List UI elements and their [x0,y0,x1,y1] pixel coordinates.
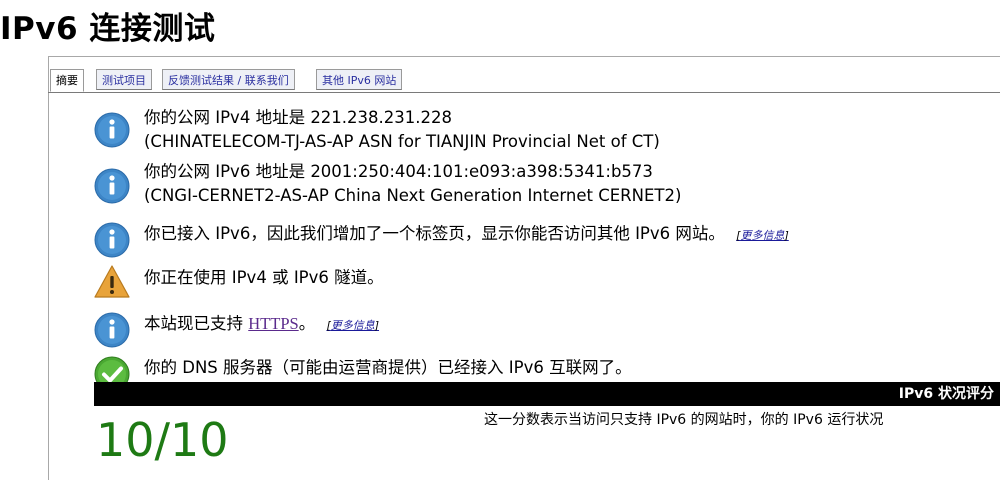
result-ipv6-tab-added: 你已接入 IPv6，因此我们增加了一个标签页，显示你能否访问其他 IPv6 网站… [94,216,974,260]
page-title: IPv6 连接测试 [0,11,216,47]
info-icon [94,168,130,204]
tunnel-text: 你正在使用 IPv4 或 IPv6 隧道。 [144,268,384,287]
dns-text: 你的 DNS 服务器（可能由运营商提供）已经接入 IPv6 互联网了。 [144,358,632,377]
tab-test-items[interactable]: 测试项目 [96,69,152,90]
https-more-info-link[interactable]: [更多信息] [326,319,379,332]
info-icon [94,312,130,348]
score-description: 这一分数表示当访问只支持 IPv6 的网站时，你的 IPv6 运行状况 [484,412,884,428]
score-header: IPv6 状况评分 [898,386,994,402]
tab-summary[interactable]: 摘要 [50,69,84,92]
result-ipv4-address: 你的公网 IPv4 地址是 221.238.231.228 (CHINATELE… [94,106,974,158]
info-icon [94,112,130,148]
results-list: 你的公网 IPv4 地址是 221.238.231.228 (CHINATELE… [94,106,974,392]
result-tunnel-warning: 你正在使用 IPv4 或 IPv6 隧道。 [94,262,974,302]
tab-bar: 摘要 测试项目 反馈测试结果 / 联系我们 其他 IPv6 网站 [48,57,1000,97]
more-info-link[interactable]: [更多信息] [736,229,789,242]
page: IPv6 连接测试 摘要 测试项目 反馈测试结果 / 联系我们 其他 IPv6 … [0,0,1000,480]
warning-icon [94,264,130,300]
tabs-baseline [48,92,1000,93]
https-link[interactable]: HTTPS [248,314,298,333]
tab-added-text: 你已接入 IPv6，因此我们增加了一个标签页，显示你能否访问其他 IPv6 网站… [144,224,725,243]
https-text-before: 本站现已支持 [144,314,249,333]
ipv6-asn-line: (CNGI-CERNET2-AS-AP China Next Generatio… [144,186,682,205]
more-info-label: 更多信息 [740,229,785,242]
ipv4-asn-line: (CHINATELECOM-TJ-AS-AP ASN for TIANJIN P… [144,132,660,151]
tab-other-ipv6-sites[interactable]: 其他 IPv6 网站 [316,69,403,90]
result-https-support: 本站现已支持 HTTPS。 [更多信息] [94,306,974,350]
score-header-bar: IPv6 状况评分 [94,382,1000,406]
tabs-left-border [48,56,49,480]
info-icon [94,222,130,258]
https-text-after: 。 [298,314,316,333]
more-info-label: 更多信息 [330,319,375,332]
tab-feedback-contact[interactable]: 反馈测试结果 / 联系我们 [162,69,295,90]
ipv6-line1: 你的公网 IPv6 地址是 2001:250:404:101:e093:a398… [144,162,653,181]
ipv6-score-value: 10/10 [96,413,229,467]
ipv4-line1: 你的公网 IPv4 地址是 221.238.231.228 [144,108,453,127]
result-ipv6-address: 你的公网 IPv6 地址是 2001:250:404:101:e093:a398… [94,160,974,214]
